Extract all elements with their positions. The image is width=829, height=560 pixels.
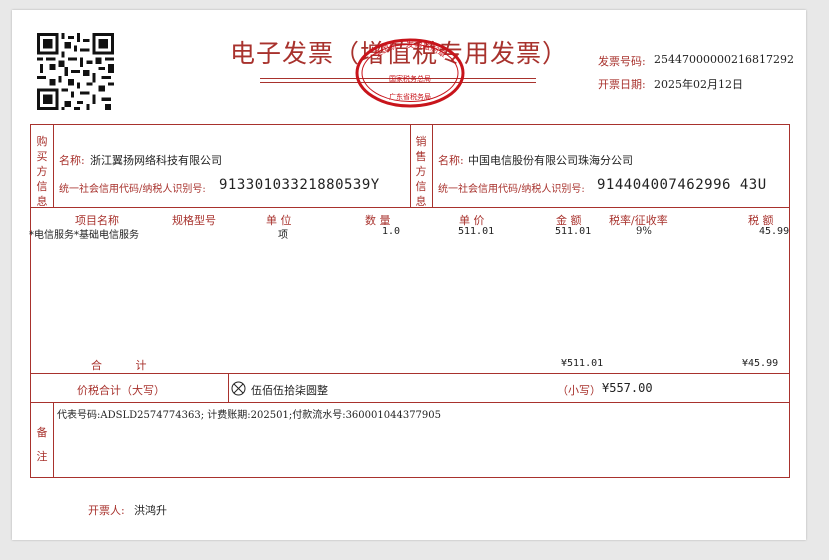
seller-tax-id-label: 统一社会信用代码/纳税人识别号: — [438, 184, 585, 195]
svg-text:全国统一发票监制章: 全国统一发票监制章 — [372, 39, 448, 60]
buyer-tax-id: 91330103321880539Y — [219, 177, 380, 193]
tax-bureau-seal: 全国统一发票监制章 国家税务总局 广东省税务局 — [355, 38, 465, 108]
svg-text:广东省税务局: 广东省税务局 — [389, 92, 431, 101]
item-qty: 1.0 — [382, 226, 401, 237]
invoice-date-label: 开票日期: — [598, 78, 646, 91]
total-tax: ¥45.99 — [742, 358, 779, 369]
sum-small-value: ¥557.00 — [602, 381, 653, 395]
issuer-label: 开票人: — [88, 504, 125, 517]
divider — [432, 125, 433, 207]
remarks-label: 备注 — [36, 426, 48, 463]
remarks-text: 代表号码:ADSLD2574774363; 计费账期:202501;付款流水号:… — [57, 410, 442, 421]
total-label: 合 计 — [91, 359, 147, 372]
cross-circle-icon — [231, 381, 246, 396]
divider — [31, 373, 789, 374]
seller-name-label: 名称: — [438, 154, 464, 167]
sum-small-label: （小写） — [557, 384, 601, 397]
divider — [53, 402, 54, 478]
sum-in-words: 伍佰伍拾柒圆整 — [251, 384, 328, 397]
item-name: *电信服务*基础电信服务 — [29, 230, 139, 241]
divider — [228, 373, 229, 402]
seller-section-label: 销售方信息 — [415, 135, 427, 208]
invoice-table: 购买方信息 名称: 浙江翼扬网络科技有限公司 统一社会信用代码/纳税人识别号: … — [29, 124, 790, 478]
seller-name: 中国电信股份有限公司珠海分公司 — [468, 154, 633, 167]
item-rate: 9% — [636, 226, 652, 237]
invoice-number-label: 发票号码: — [598, 55, 646, 68]
qr-code-icon — [37, 33, 114, 110]
svg-text:国家税务总局: 国家税务总局 — [389, 74, 431, 83]
invoice-date: 2025年02月12日 — [654, 78, 743, 91]
buyer-name-label: 名称: — [59, 154, 85, 167]
invoice-number: 25447000000216817292 — [654, 53, 794, 66]
issuer-name: 洪鸿升 — [134, 504, 167, 517]
item-tax: 45.99 — [759, 226, 790, 237]
item-unit: 项 — [278, 230, 288, 241]
seller-tax-id: 914404007462996 43U — [597, 177, 767, 193]
buyer-section-label: 购买方信息 — [36, 135, 48, 208]
buyer-name: 浙江翼扬网络科技有限公司 — [90, 154, 222, 167]
invoice-page: 电子发票（增值税专用发票） 全国统一发票监制章 国家税务总局 广东省税务局 发票… — [12, 10, 806, 540]
item-price: 511.01 — [458, 226, 495, 237]
divider — [31, 402, 789, 403]
buyer-tax-id-label: 统一社会信用代码/纳税人识别号: — [59, 184, 206, 195]
sum-label: 价税合计（大写） — [77, 384, 165, 397]
divider — [53, 125, 54, 207]
item-amount: 511.01 — [555, 226, 592, 237]
total-amount: ¥511.01 — [561, 358, 604, 369]
header-spec: 规格型号 — [172, 214, 216, 227]
divider — [31, 207, 789, 208]
